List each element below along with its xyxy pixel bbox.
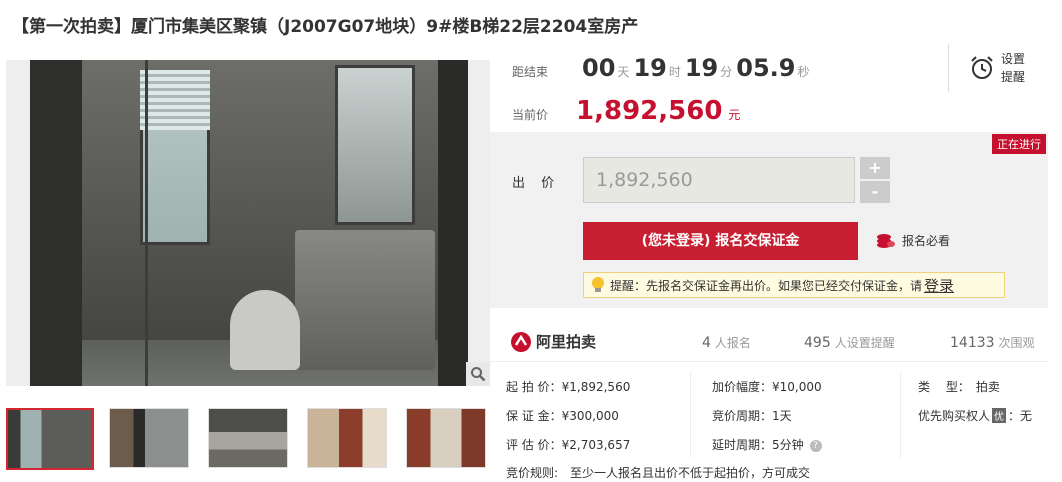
thumbnail-4[interactable] [307,408,387,468]
countdown-hours: 19 [633,54,667,82]
countdown-days: 00 [582,54,616,82]
thumbnail-1[interactable] [6,408,94,470]
increase-bid-button[interactable]: + [860,157,890,179]
stats-bar: 阿里拍卖 4 人报名 495 人设置提醒 14133 次围观 [490,322,1048,362]
priority-buyer: 优先购买权人优：无 [918,407,1032,424]
ali-auction-logo: 阿里拍卖 [510,331,596,353]
priority-buyer-label: 优先购买权人 [918,409,991,423]
bid-panel: 正在进行 出 价 1,892,560 + - (您未登录) 报名交保证金 报名必… [490,132,1048,308]
thumbnail-2[interactable] [109,408,189,468]
countdown-seconds-unit: 秒 [797,65,810,79]
deposit: 保 证 金：¥300,000 [506,409,619,423]
login-link[interactable]: 登录 [924,275,954,296]
signup-deposit-button[interactable]: (您未登录) 报名交保证金 [583,222,858,260]
divider [690,372,691,458]
reminder-count: 495 人设置提醒 [804,334,895,351]
coins-icon [877,233,895,248]
appraisal-price: 评 估 价：¥2,703,657 [506,438,631,452]
must-read-label: 报名必看 [902,234,951,248]
thumbnail-5[interactable] [406,408,486,468]
current-price-label: 当前价 [512,108,549,122]
watcher-count-value: 14133 [950,335,995,351]
signup-count-value: 4 [702,335,711,351]
current-price-unit: 元 [728,108,741,122]
alarm-clock-icon [971,56,993,79]
bid-label: 出 价 [512,176,561,191]
watcher-count: 14133 次围观 [950,334,1035,351]
countdown-label: 距结束 [512,65,549,79]
signup-count: 4 人报名 [702,334,751,351]
divider [900,372,901,458]
reminder-count-value: 495 [804,335,831,351]
must-read-link[interactable]: 报名必看 [876,232,950,249]
thumbnail-strip [6,408,490,470]
current-price: 当前价 1,892,560 元 [512,96,740,126]
help-icon[interactable]: ? [809,439,822,452]
notice-text: 提醒：先报名交保证金再出价。如果您已经交付保证金，请 [610,278,923,293]
main-photo[interactable] [6,60,490,386]
countdown-minutes-unit: 分 [720,65,733,79]
status-badge: 正在进行 [992,134,1046,154]
current-price-value: 1,892,560 [576,96,723,126]
lightbulb-icon [592,277,604,292]
ali-auction-brand: 阿里拍卖 [536,333,597,351]
auction-type: 类 型： 拍卖 [918,378,1000,395]
bid-rules: 竞价规则: 至少一人报名且出价不低于起拍价，方可成交 [506,466,811,480]
page-title: 【第一次拍卖】厦门市集美区聚镇（J2007G07地块）9#楼B梯22层2204室… [12,17,639,37]
watcher-count-label: 次围观 [998,336,1035,350]
bid-increment: 加价幅度：¥10,000 [712,380,822,394]
set-reminder-label: 设置提醒 [1001,52,1026,84]
auction-type-value: 拍卖 [975,380,1000,394]
priority-buyer-value: ：无 [1008,409,1033,423]
zoom-icon[interactable] [466,362,490,386]
reminder-count-label: 人设置提醒 [834,336,895,350]
bid-stepper: + - [860,157,890,203]
decrease-bid-button[interactable]: - [860,181,890,203]
extension-period-text: 延时周期：5分钟 [712,438,804,452]
signup-count-label: 人报名 [714,336,751,350]
bid-input[interactable]: 1,892,560 [583,157,855,203]
login-notice: 提醒：先报名交保证金再出价。如果您已经交付保证金，请 登录 [583,272,1005,298]
thumbnail-3[interactable] [208,408,288,468]
countdown: 距结束 00 天 19 时 19 分 05.9 秒 [512,54,810,84]
countdown-minutes: 19 [684,54,719,82]
countdown-days-unit: 天 [617,65,630,79]
extension-period: 延时周期：5分钟? [712,436,822,453]
auction-type-label: 类 型： [918,380,970,394]
priority-tag-icon: 优 [992,408,1007,423]
countdown-seconds: 05.9 [736,54,796,82]
countdown-hours-unit: 时 [668,65,681,79]
bid-cycle: 竞价周期：1天 [712,409,792,423]
start-price: 起 拍 价：¥1,892,560 [506,380,631,394]
bathroom-photo [30,60,468,386]
set-reminder-button[interactable]: 设置提醒 [948,44,1048,92]
